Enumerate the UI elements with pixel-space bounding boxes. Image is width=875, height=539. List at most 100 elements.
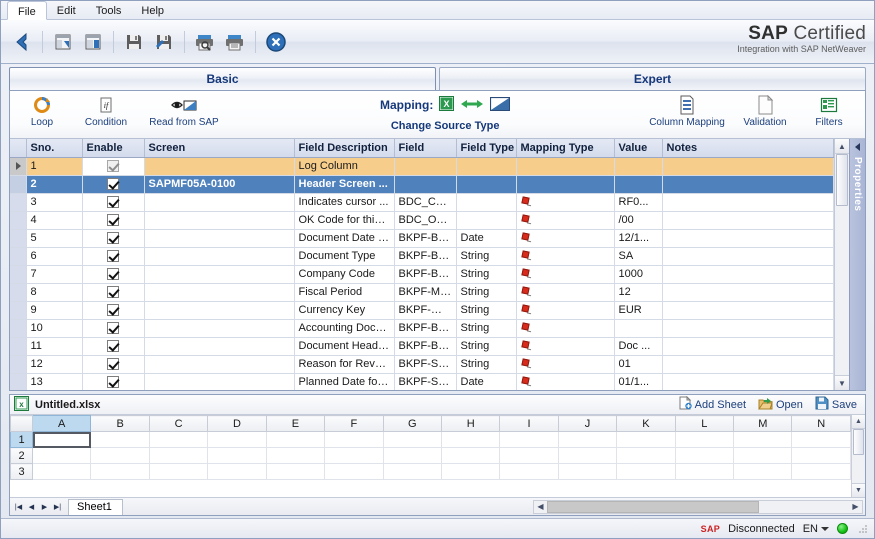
cell-notes[interactable] (662, 229, 834, 248)
change-source-type-button[interactable]: Change Source Type (380, 120, 510, 132)
cell-enable-checkbox[interactable] (82, 229, 145, 248)
cell-enable-checkbox[interactable] (82, 193, 145, 212)
add-sheet-button[interactable]: Add Sheet (678, 395, 746, 413)
cell-field-type[interactable]: String (456, 247, 517, 266)
cell-sno[interactable]: 6 (26, 247, 83, 266)
checkbox-icon[interactable] (107, 340, 119, 353)
cell-field[interactable] (394, 157, 457, 176)
cell-value[interactable]: Doc ... (614, 337, 663, 356)
cell-field-type[interactable] (456, 193, 517, 212)
cell-field-type[interactable] (456, 157, 517, 176)
menu-item-tools[interactable]: Tools (86, 1, 132, 19)
checkbox-icon[interactable] (107, 178, 119, 191)
cell-enable-checkbox[interactable] (82, 157, 145, 176)
checkbox-icon[interactable] (107, 358, 119, 371)
cell-mapping-type[interactable] (516, 283, 615, 302)
spreadsheet-cell[interactable] (90, 463, 150, 480)
spreadsheet-cell[interactable] (674, 431, 735, 448)
checkbox-icon[interactable] (107, 214, 119, 227)
spreadsheet-cell[interactable] (616, 463, 676, 480)
row-indicator[interactable] (10, 229, 27, 248)
spreadsheet-cell[interactable] (324, 447, 384, 464)
spreadsheet-cell[interactable] (733, 463, 793, 480)
back-icon[interactable] (7, 27, 37, 57)
print-icon[interactable] (220, 27, 250, 57)
pin-icon[interactable] (520, 231, 532, 244)
tab-expert[interactable]: Expert (439, 67, 866, 90)
spreadsheet-column-header[interactable]: J (557, 415, 618, 432)
spreadsheet-column-header[interactable]: D (207, 415, 267, 432)
table-row[interactable]: 4 OK Code for this ... BDC_OKC... /00 (10, 211, 834, 230)
spreadsheet-cell[interactable] (207, 431, 267, 448)
cell-notes[interactable] (662, 175, 834, 194)
spreadsheet-row-header[interactable]: 1 (10, 431, 33, 448)
cell-field-description[interactable]: OK Code for this ... (294, 211, 395, 230)
hscroll-track[interactable] (547, 500, 849, 513)
spreadsheet-cell[interactable] (90, 431, 150, 448)
cell-screen[interactable] (144, 247, 295, 266)
cell-field[interactable]: BKPF-STODT (394, 373, 457, 390)
save-button[interactable]: Save (815, 396, 857, 413)
cell-screen[interactable] (144, 301, 295, 320)
cell-field[interactable]: BKPF-BELNR (394, 319, 457, 338)
spreadsheet-column-header[interactable]: L (674, 415, 735, 432)
select-all-corner[interactable] (10, 415, 33, 432)
table-row[interactable]: 11 Document Heade...BKPF-BKTXTString Doc .… (10, 337, 834, 356)
spreadsheet-vertical-scrollbar[interactable]: ▲ ▼ (851, 415, 865, 497)
spreadsheet-column-header[interactable]: K (616, 415, 676, 432)
spreadsheet-cell[interactable] (265, 463, 326, 480)
spreadsheet-column-header[interactable]: F (324, 415, 384, 432)
spreadsheet-cell[interactable] (382, 463, 442, 480)
cell-field-type[interactable]: Date (456, 373, 517, 390)
cell-enable-checkbox[interactable] (82, 247, 145, 266)
hscroll-right-icon[interactable]: ▶ (849, 501, 862, 513)
cell-field-type[interactable]: String (456, 283, 517, 302)
cell-sno[interactable]: 9 (26, 301, 83, 320)
spreadsheet-scroll-thumb[interactable] (853, 429, 864, 455)
ribbon-item-filters[interactable]: Filters (797, 95, 861, 128)
cell-value[interactable]: 12 (614, 283, 663, 302)
pin-icon[interactable] (520, 321, 532, 334)
cell-sno[interactable]: 7 (26, 265, 83, 284)
swap-arrows-icon[interactable] (460, 97, 484, 114)
scroll-track[interactable] (835, 154, 849, 375)
cell-notes[interactable] (662, 247, 834, 266)
cell-mapping-type[interactable] (516, 355, 615, 374)
cell-field-description[interactable]: Planned Date for ... (294, 373, 395, 390)
spreadsheet-column-header[interactable]: I (499, 415, 559, 432)
spreadsheet-cell[interactable] (265, 447, 326, 464)
cell-field-type[interactable]: String (456, 301, 517, 320)
shape-icon[interactable] (490, 96, 511, 114)
cell-field[interactable]: BKPF-BKTXT (394, 337, 457, 356)
spreadsheet-cell[interactable] (499, 463, 559, 480)
spreadsheet-column-header[interactable]: B (90, 415, 150, 432)
cell-notes[interactable] (662, 301, 834, 320)
cell-field-description[interactable]: Accounting Docu... (294, 319, 395, 338)
checkbox-icon[interactable] (107, 268, 119, 281)
spreadsheet-cell[interactable] (791, 463, 851, 480)
row-indicator[interactable] (10, 157, 27, 176)
excel-icon[interactable]: X (439, 96, 455, 114)
menu-item-help[interactable]: Help (131, 1, 174, 19)
cell-screen[interactable]: SAPMF05A-0100 (144, 175, 295, 194)
sheet-tab-sheet1[interactable]: Sheet1 (68, 498, 123, 515)
spreadsheet-column-header[interactable]: G (382, 415, 442, 432)
spreadsheet-row-header[interactable]: 3 (10, 463, 33, 480)
cell-notes[interactable] (662, 265, 834, 284)
cell-value[interactable]: 01 (614, 355, 663, 374)
spreadsheet-row-header[interactable]: 2 (10, 447, 33, 464)
spreadsheet-cell[interactable] (499, 447, 559, 464)
cell-field-type[interactable]: String (456, 355, 517, 374)
cell-notes[interactable] (662, 211, 834, 230)
cell-mapping-type[interactable] (516, 247, 615, 266)
cell-field-description[interactable]: Document Heade... (294, 337, 395, 356)
cell-value[interactable]: RF0... (614, 193, 663, 212)
spreadsheet-cell[interactable] (148, 463, 209, 480)
spreadsheet-cell[interactable] (557, 431, 618, 448)
spreadsheet-cell[interactable] (324, 431, 384, 448)
cell-sno[interactable]: 10 (26, 319, 83, 338)
spreadsheet-cell[interactable] (791, 431, 851, 448)
ribbon-item-column-mapping[interactable]: Column Mapping (641, 95, 733, 128)
scroll-thumb[interactable] (836, 154, 848, 206)
table-row[interactable]: 5 Document Date in...BKPF-BLDATDate 12/1..… (10, 229, 834, 248)
